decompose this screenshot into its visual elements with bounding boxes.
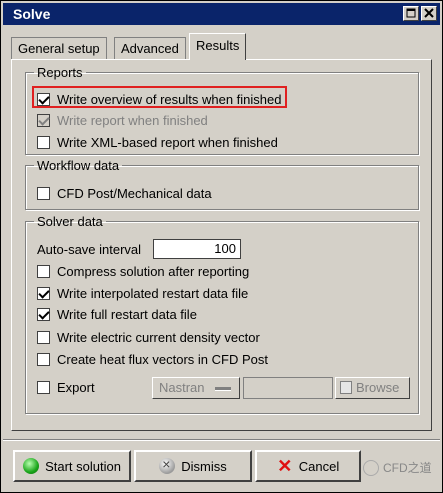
close-button[interactable] (421, 6, 437, 21)
watermark-text: CFD之道 (383, 461, 432, 475)
tab-results[interactable]: Results (189, 33, 247, 60)
compress-label: Compress solution after reporting (57, 263, 250, 279)
cfd-post-label: CFD Post/Mechanical data (57, 185, 212, 201)
full-restart-checkbox[interactable] (37, 307, 50, 321)
full-restart-label: Write full restart data file (57, 306, 197, 322)
maximize-icon (406, 8, 416, 18)
heat-flux-row[interactable]: Create heat flux vectors in CFD Post (37, 350, 268, 368)
cancel-icon: ✕ (277, 456, 293, 476)
browse-label: Browse (356, 380, 400, 395)
browse-button: Browse (335, 377, 410, 399)
full-restart-row[interactable]: Write full restart data file (37, 305, 197, 323)
write-xml-checkbox[interactable] (37, 135, 50, 149)
write-report-label: Write report when finished (57, 112, 208, 128)
start-solution-label: Start solution (45, 458, 121, 474)
reports-legend: Reports (37, 65, 83, 80)
title-bar: Solve (3, 3, 440, 25)
write-report-checkbox (37, 113, 50, 127)
dismiss-label: Dismiss (181, 458, 227, 474)
write-report-row: Write report when finished (37, 111, 208, 129)
dismiss-button[interactable]: Dismiss (134, 450, 252, 482)
interpolated-checkbox[interactable] (37, 286, 50, 300)
cfd-post-checkbox[interactable] (37, 186, 50, 200)
cancel-label: Cancel (298, 458, 340, 474)
close-icon (424, 8, 434, 18)
autosave-label-row: Auto-save interval (37, 240, 141, 258)
write-xml-label: Write XML-based report when finished (57, 134, 278, 150)
export-format-value: Nastran (159, 380, 205, 395)
export-row[interactable]: Export (37, 378, 95, 396)
tab-general-setup[interactable]: General setup (11, 37, 107, 59)
compress-checkbox[interactable] (37, 264, 50, 278)
electric-current-label: Write electric current density vector (57, 329, 260, 345)
workflow-legend: Workflow data (37, 158, 120, 173)
electric-current-checkbox[interactable] (37, 330, 50, 344)
cfd-post-row[interactable]: CFD Post/Mechanical data (37, 184, 212, 202)
electric-current-row[interactable]: Write electric current density vector (37, 328, 260, 346)
window-title: Solve (13, 6, 51, 22)
highlight-box (32, 86, 287, 108)
solve-dialog: Solve General setup Advanced Results Rep… (0, 0, 443, 493)
tab-strip: General setup Advanced Results (1, 33, 442, 61)
export-path-input (243, 377, 333, 399)
solver-legend: Solver data (37, 214, 103, 229)
browse-icon (340, 381, 352, 394)
heat-flux-label: Create heat flux vectors in CFD Post (57, 351, 268, 367)
export-label: Export (57, 379, 95, 395)
write-xml-row[interactable]: Write XML-based report when finished (37, 133, 278, 151)
autosave-interval-input[interactable]: 100 (153, 239, 241, 259)
export-format-dropdown[interactable]: Nastran (152, 377, 240, 399)
start-solution-button[interactable]: Start solution (13, 450, 131, 482)
cancel-button[interactable]: ✕ Cancel (255, 450, 361, 482)
interpolated-row[interactable]: Write interpolated restart data file (37, 284, 248, 302)
start-icon (23, 458, 40, 474)
watermark-icon (363, 459, 379, 476)
tab-advanced[interactable]: Advanced (114, 37, 186, 59)
watermark: CFD之道 (363, 459, 432, 476)
heat-flux-checkbox[interactable] (37, 352, 50, 366)
compress-row[interactable]: Compress solution after reporting (37, 262, 249, 280)
dismiss-icon (159, 456, 176, 474)
dropdown-indicator-icon (215, 387, 231, 391)
autosave-label: Auto-save interval (37, 241, 142, 257)
export-checkbox[interactable] (37, 380, 50, 394)
divider (3, 439, 440, 441)
interpolated-label: Write interpolated restart data file (57, 285, 249, 301)
maximize-button[interactable] (403, 6, 419, 21)
